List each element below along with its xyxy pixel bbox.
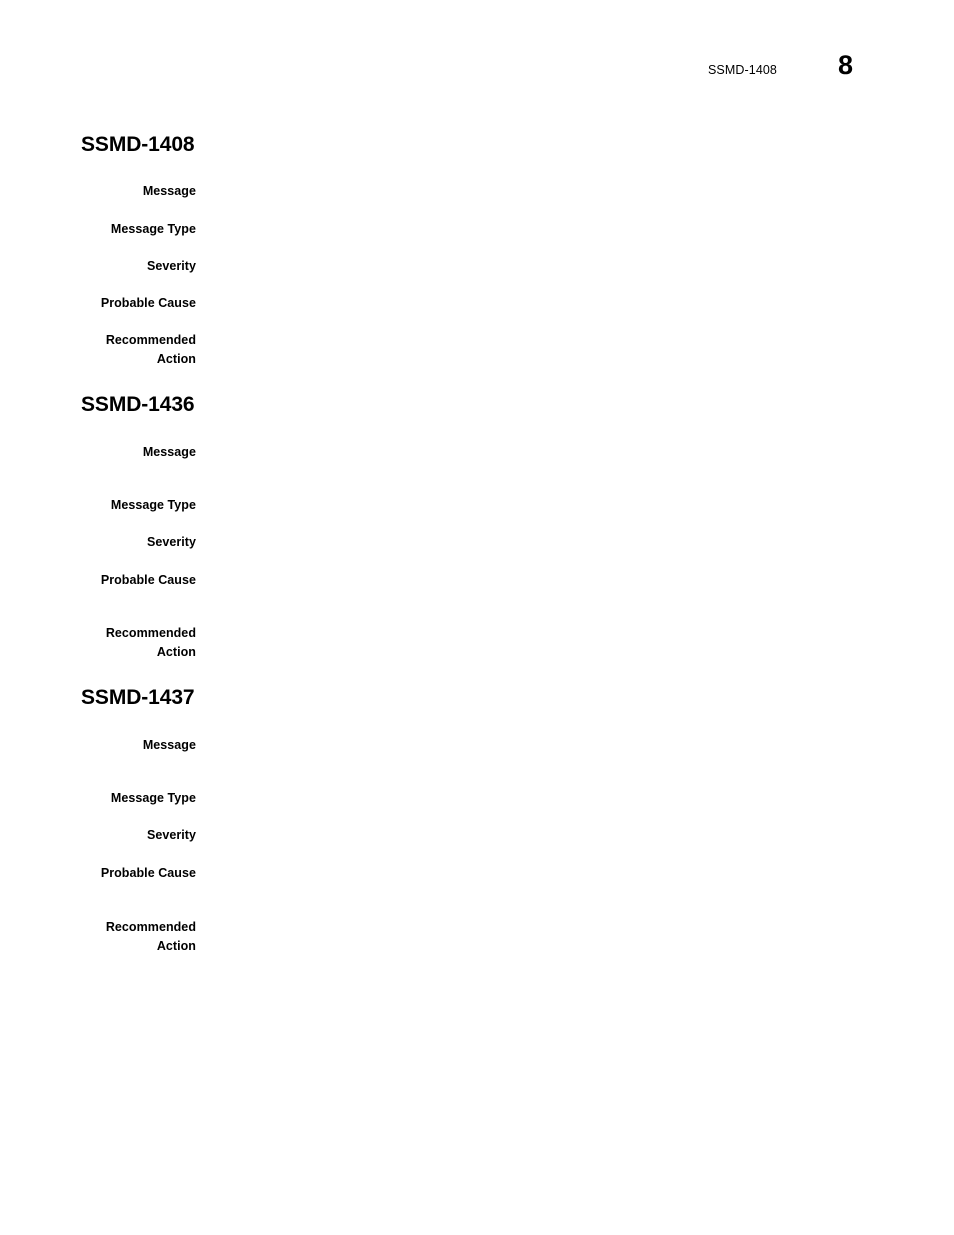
field-value	[196, 826, 954, 827]
field-value	[196, 331, 954, 332]
field-value	[196, 533, 954, 534]
field-value	[196, 182, 954, 183]
field-row: Message	[0, 443, 954, 462]
section-heading: SSMD-1437	[81, 686, 195, 709]
field-value	[196, 496, 954, 497]
field-value	[196, 571, 954, 572]
field-label: Probable Cause	[100, 866, 196, 880]
field-row: Recommended Action	[0, 331, 954, 368]
field-label: Message	[142, 184, 196, 198]
field-label: Severity	[146, 828, 196, 842]
field-label: Recommended Action	[105, 920, 196, 953]
field-row: Probable Cause	[0, 571, 954, 590]
field-value	[196, 736, 954, 737]
field-row: Message	[0, 736, 954, 755]
field-label: Message	[142, 445, 196, 459]
section-heading: SSMD-1436	[81, 393, 195, 416]
field-label: Message Type	[110, 791, 196, 805]
section-heading: SSMD-1408	[81, 133, 195, 156]
field-label: Probable Cause	[100, 573, 196, 587]
field-value	[196, 918, 954, 919]
field-value	[196, 443, 954, 444]
field-label: Severity	[146, 259, 196, 273]
field-value	[196, 624, 954, 625]
field-row: Severity	[0, 257, 954, 276]
field-row: Message Type	[0, 789, 954, 808]
field-label: Message Type	[110, 222, 196, 236]
header-message-reference: SSMD-1408	[708, 63, 777, 77]
field-row: Recommended Action	[0, 918, 954, 955]
field-value	[196, 789, 954, 790]
field-row: Probable Cause	[0, 294, 954, 313]
page-number: 8	[838, 50, 854, 80]
field-label: Recommended Action	[105, 626, 196, 659]
field-label: Recommended Action	[105, 333, 196, 366]
field-value	[196, 220, 954, 221]
document-page: SSMD-1408 8 SSMD-1408 Message Message Type…	[0, 0, 954, 1235]
field-label: Message Type	[110, 498, 196, 512]
field-row: Severity	[0, 826, 954, 845]
field-label: Severity	[146, 535, 196, 549]
field-row: Severity	[0, 533, 954, 552]
field-label: Probable Cause	[100, 296, 196, 310]
field-row: Message Type	[0, 496, 954, 515]
field-value	[196, 294, 954, 295]
running-header: SSMD-1408 8	[0, 52, 954, 102]
field-row: Probable Cause	[0, 864, 954, 883]
field-value	[196, 864, 954, 865]
field-row: Message Type	[0, 220, 954, 239]
field-label: Message	[142, 738, 196, 752]
field-row: Recommended Action	[0, 624, 954, 661]
field-row: Message	[0, 182, 954, 201]
field-value	[196, 257, 954, 258]
